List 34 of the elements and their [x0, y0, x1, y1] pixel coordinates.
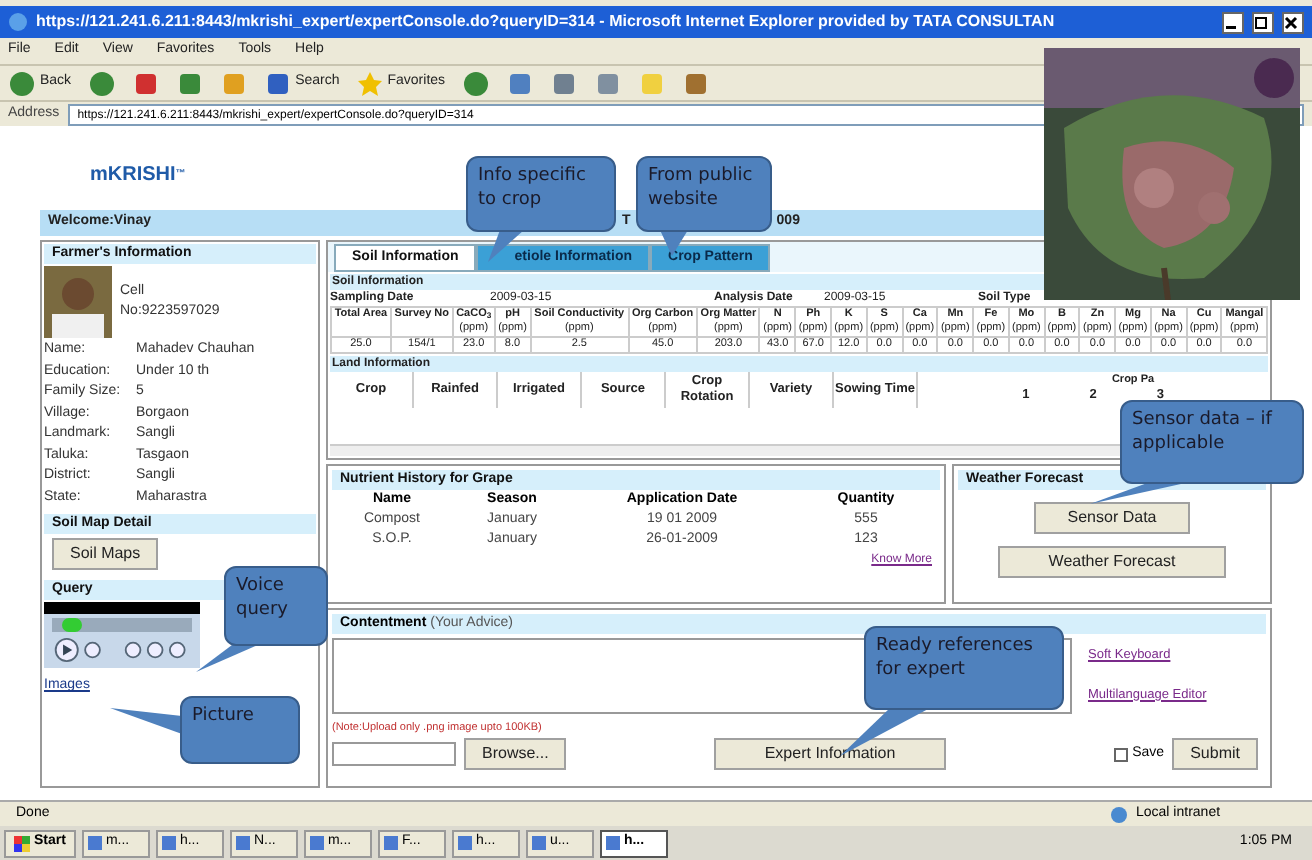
- window-icon: [309, 836, 324, 850]
- farmer-photo: [44, 266, 112, 338]
- window-icon: [531, 836, 546, 850]
- submit-button[interactable]: Submit: [1172, 738, 1258, 771]
- expert-information-button[interactable]: Expert Information: [714, 738, 946, 771]
- callout: Picture: [180, 696, 300, 764]
- maximize-button[interactable]: [1252, 11, 1274, 33]
- callout: From public website: [636, 156, 772, 232]
- close-button[interactable]: [1282, 11, 1304, 33]
- logo: mKRISHI$^{™}$: [90, 162, 186, 190]
- close-icon: [1284, 15, 1298, 29]
- window-icon: [457, 836, 472, 850]
- window-icon: [383, 836, 398, 850]
- save-checkbox[interactable]: [1114, 747, 1129, 762]
- browser-icon: [8, 12, 28, 32]
- globe-icon: [1110, 805, 1128, 823]
- window-icon: [161, 836, 176, 850]
- seek-thumb[interactable]: [61, 618, 82, 632]
- browse-button[interactable]: Browse...: [464, 738, 567, 771]
- window-icon: [605, 836, 620, 850]
- callout: Info specific to crop: [466, 156, 616, 232]
- weather-forecast-button[interactable]: Weather Forecast: [998, 546, 1226, 578]
- file-field[interactable]: [332, 742, 456, 767]
- sensor-data-button[interactable]: Sensor Data: [1033, 502, 1191, 534]
- window-icon: [87, 836, 102, 850]
- soil-maps-button[interactable]: Soil Maps: [52, 538, 159, 570]
- callout-tail: [110, 708, 184, 736]
- maximize-icon: [1254, 15, 1268, 29]
- windows-logo-icon: [14, 835, 30, 851]
- callout: Voice query: [224, 566, 328, 646]
- minimize-button[interactable]: [1222, 11, 1244, 33]
- favorites-icon: [355, 69, 384, 97]
- window-icon: [235, 836, 250, 850]
- window-title: https://121.241.6.211:8443/mkrishi_expert/expertConsole.do?queryID=314 - Microsoft Internet Explorer provided by TATA CONSULTAN: [36, 10, 1057, 34]
